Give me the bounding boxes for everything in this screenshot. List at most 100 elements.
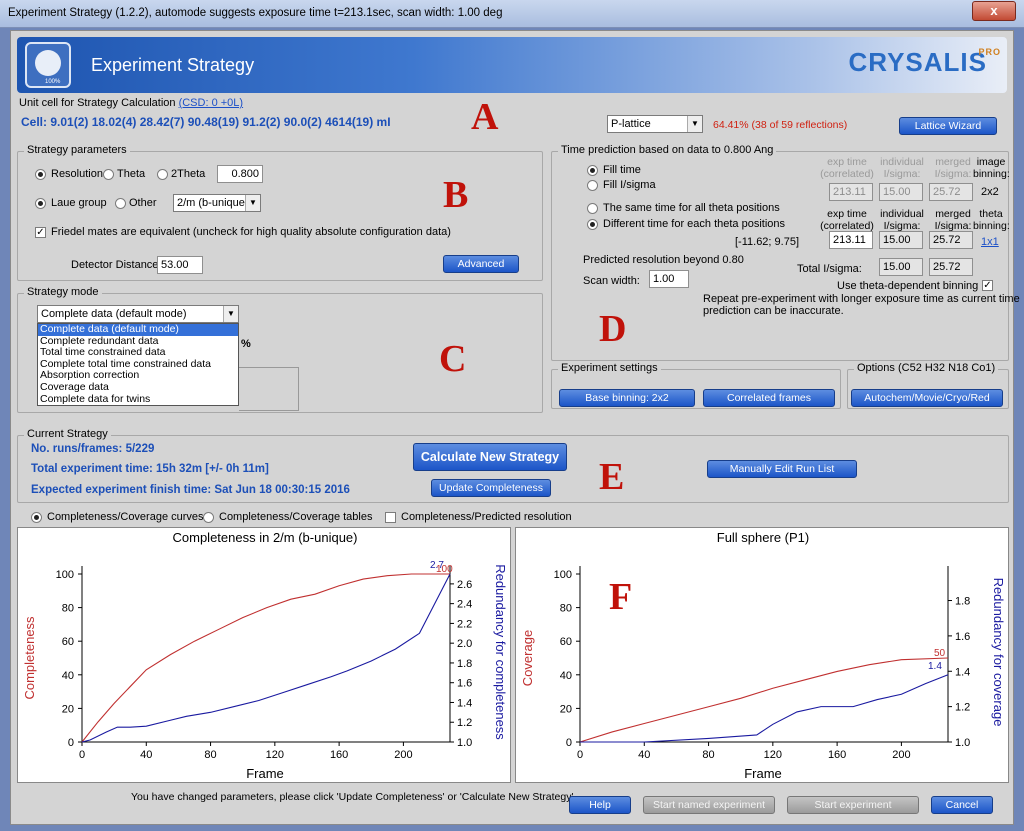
y2-tick-label: 1.2 bbox=[457, 717, 472, 729]
theta-radio[interactable] bbox=[103, 169, 114, 180]
y-tick-label: 0 bbox=[566, 737, 572, 749]
y-tick-label: 0 bbox=[68, 737, 74, 749]
finish-time: Expected experiment finish time: Sat Jun… bbox=[31, 484, 350, 496]
individual-field-dis: 15.00 bbox=[879, 183, 923, 201]
mode-option[interactable]: Complete data (default mode) bbox=[38, 323, 238, 336]
mode-option[interactable]: Complete data for twins bbox=[38, 393, 238, 406]
laue-group-radio[interactable] bbox=[35, 198, 46, 209]
individual-header-dis: individual I/sigma: bbox=[880, 156, 924, 180]
y2-axis-label: Redundancy for coverage bbox=[991, 578, 1006, 727]
theta-label: Theta bbox=[117, 168, 146, 180]
label-d: D bbox=[599, 308, 627, 350]
diff-time-radio[interactable] bbox=[587, 219, 598, 230]
detector-distance-field[interactable]: 53.00 bbox=[157, 256, 203, 274]
tables-label: Completeness/Coverage tables bbox=[219, 511, 373, 523]
brand-logo: CRYSALIS PRO bbox=[848, 47, 1001, 77]
close-button[interactable]: x bbox=[972, 1, 1016, 21]
tables-radio[interactable] bbox=[203, 512, 214, 523]
fill-isigma-label: Fill I/sigma bbox=[603, 179, 656, 191]
exp-time-field[interactable]: 213.11 bbox=[829, 231, 873, 249]
x-axis-label: Frame bbox=[246, 766, 284, 781]
chart-title: Completeness in 2/m (b-unique) bbox=[173, 530, 358, 545]
status-message: You have changed parameters, please clic… bbox=[131, 791, 574, 803]
resolution-field[interactable]: 0.800 bbox=[217, 165, 263, 183]
coverage-chart-svg: Full sphere (P1) 0 40 80 120 160 200 0 20 40 60 80 1… bbox=[520, 530, 1006, 781]
window: Experiment Strategy (1.2.2), automode su… bbox=[0, 0, 1024, 831]
same-time-radio[interactable] bbox=[587, 203, 598, 214]
twotheta-label: 2Theta bbox=[171, 168, 206, 180]
theta-binning-link[interactable]: 1x1 bbox=[981, 236, 999, 248]
advanced-button[interactable]: Advanced bbox=[443, 255, 519, 273]
correlated-frames-button[interactable]: Correlated frames bbox=[703, 389, 835, 407]
total-merged-field: 25.72 bbox=[929, 258, 973, 276]
other-radio[interactable] bbox=[115, 198, 126, 209]
x-tick-label: 0 bbox=[577, 749, 583, 761]
completeness-chart: Completeness in 2/m (b-unique) 0 40 80 120 16… bbox=[17, 527, 511, 783]
y2-tick-label: 1.8 bbox=[955, 596, 970, 608]
y-tick-label: 40 bbox=[560, 670, 572, 682]
y-tick-label: 40 bbox=[62, 670, 74, 682]
predicted-resolution-checkbox[interactable] bbox=[385, 512, 396, 523]
help-button[interactable]: Help bbox=[569, 796, 631, 814]
fill-time-label: Fill time bbox=[603, 164, 641, 176]
diff-time-label: Different time for each theta positions bbox=[603, 218, 786, 230]
cancel-button[interactable]: Cancel bbox=[931, 796, 993, 814]
lattice-percent: 64.41% (38 of 59 reflections) bbox=[713, 119, 848, 131]
x-tick-label: 80 bbox=[204, 749, 216, 761]
x-tick-label: 0 bbox=[79, 749, 85, 761]
repeat-note: Repeat pre-experiment with longer exposu… bbox=[703, 293, 1020, 317]
csd-link[interactable]: (CSD: 0 +0L) bbox=[179, 97, 244, 109]
y2-tick-label: 1.6 bbox=[955, 631, 970, 643]
y2-tick-label: 1.0 bbox=[955, 737, 970, 749]
image-binning-header: image binning: bbox=[973, 156, 1010, 180]
scan-width-field[interactable]: 1.00 bbox=[649, 270, 689, 288]
manually-edit-run-list-button[interactable]: Manually Edit Run List bbox=[707, 460, 857, 478]
merged-field: 25.72 bbox=[929, 231, 973, 249]
y2-tick-label: 2.0 bbox=[457, 638, 472, 650]
curves-label: Completeness/Coverage curves bbox=[47, 511, 204, 523]
y-tick-label: 60 bbox=[560, 636, 572, 648]
experiment-settings-label: Experiment settings bbox=[558, 362, 661, 374]
y-axis-label: Completeness bbox=[22, 616, 37, 700]
resolution-label: Resolution bbox=[51, 168, 103, 180]
autochem-button[interactable]: Autochem/Movie/Cryo/Red bbox=[851, 389, 1003, 407]
other-label: Other bbox=[129, 197, 157, 209]
friedel-label: Friedel mates are equivalent (uncheck fo… bbox=[51, 226, 451, 238]
redundancy-series bbox=[81, 573, 451, 743]
y-tick-label: 20 bbox=[62, 703, 74, 715]
twotheta-radio[interactable] bbox=[157, 169, 168, 180]
x-tick-label: 160 bbox=[330, 749, 348, 761]
y-tick-label: 60 bbox=[62, 636, 74, 648]
image-binning-value: 2x2 bbox=[981, 186, 999, 198]
fill-isigma-radio[interactable] bbox=[587, 180, 598, 191]
strategy-mode-select[interactable]: Complete data (default mode) ▼ bbox=[37, 305, 239, 323]
merged-header-dis: merged I/sigma: bbox=[934, 156, 972, 180]
time-prediction-label: Time prediction based on data to 0.800 A… bbox=[558, 144, 777, 156]
fill-time-radio[interactable] bbox=[587, 165, 598, 176]
label-e: E bbox=[599, 456, 625, 498]
laue-select[interactable]: 2/m (b-unique) ▼ bbox=[173, 194, 261, 212]
theta-binning-checkbox[interactable]: ✓ bbox=[982, 280, 993, 291]
resolution-radio[interactable] bbox=[35, 169, 46, 180]
dialog-body: 100% Experiment Strategy CRYSALIS PRO Uni… bbox=[10, 30, 1020, 825]
redundancy-series bbox=[580, 674, 949, 743]
lattice-wizard-button[interactable]: Lattice Wizard bbox=[899, 117, 997, 135]
start-named-experiment-button[interactable]: Start named experiment bbox=[643, 796, 775, 814]
predicted-resolution-option-label: Completeness/Predicted resolution bbox=[401, 511, 572, 523]
friedel-checkbox[interactable]: ✓ bbox=[35, 227, 46, 238]
x-tick-label: 200 bbox=[394, 749, 412, 761]
curves-radio[interactable] bbox=[31, 512, 42, 523]
x-axis-label: Frame bbox=[744, 766, 782, 781]
y2-tick-label: 1.4 bbox=[955, 666, 970, 678]
base-binning-button[interactable]: Base binning: 2x2 bbox=[559, 389, 695, 407]
calculate-new-strategy-button[interactable]: Calculate New Strategy bbox=[413, 443, 567, 471]
completeness-chart-svg: Completeness in 2/m (b-unique) 0 40 80 120 16… bbox=[22, 530, 508, 781]
strategy-parameters-label: Strategy parameters bbox=[24, 144, 130, 156]
lattice-select[interactable]: P-lattice ▼ bbox=[607, 115, 703, 133]
start-experiment-button[interactable]: Start experiment bbox=[787, 796, 919, 814]
mode-option[interactable]: Coverage data bbox=[38, 381, 238, 394]
y2-tick-label: 1.6 bbox=[457, 678, 472, 690]
end-label: 2.7 bbox=[430, 560, 444, 571]
exp-time-header-dis: exp time (correlated) bbox=[820, 156, 874, 180]
update-completeness-button[interactable]: Update Completeness bbox=[431, 479, 551, 497]
